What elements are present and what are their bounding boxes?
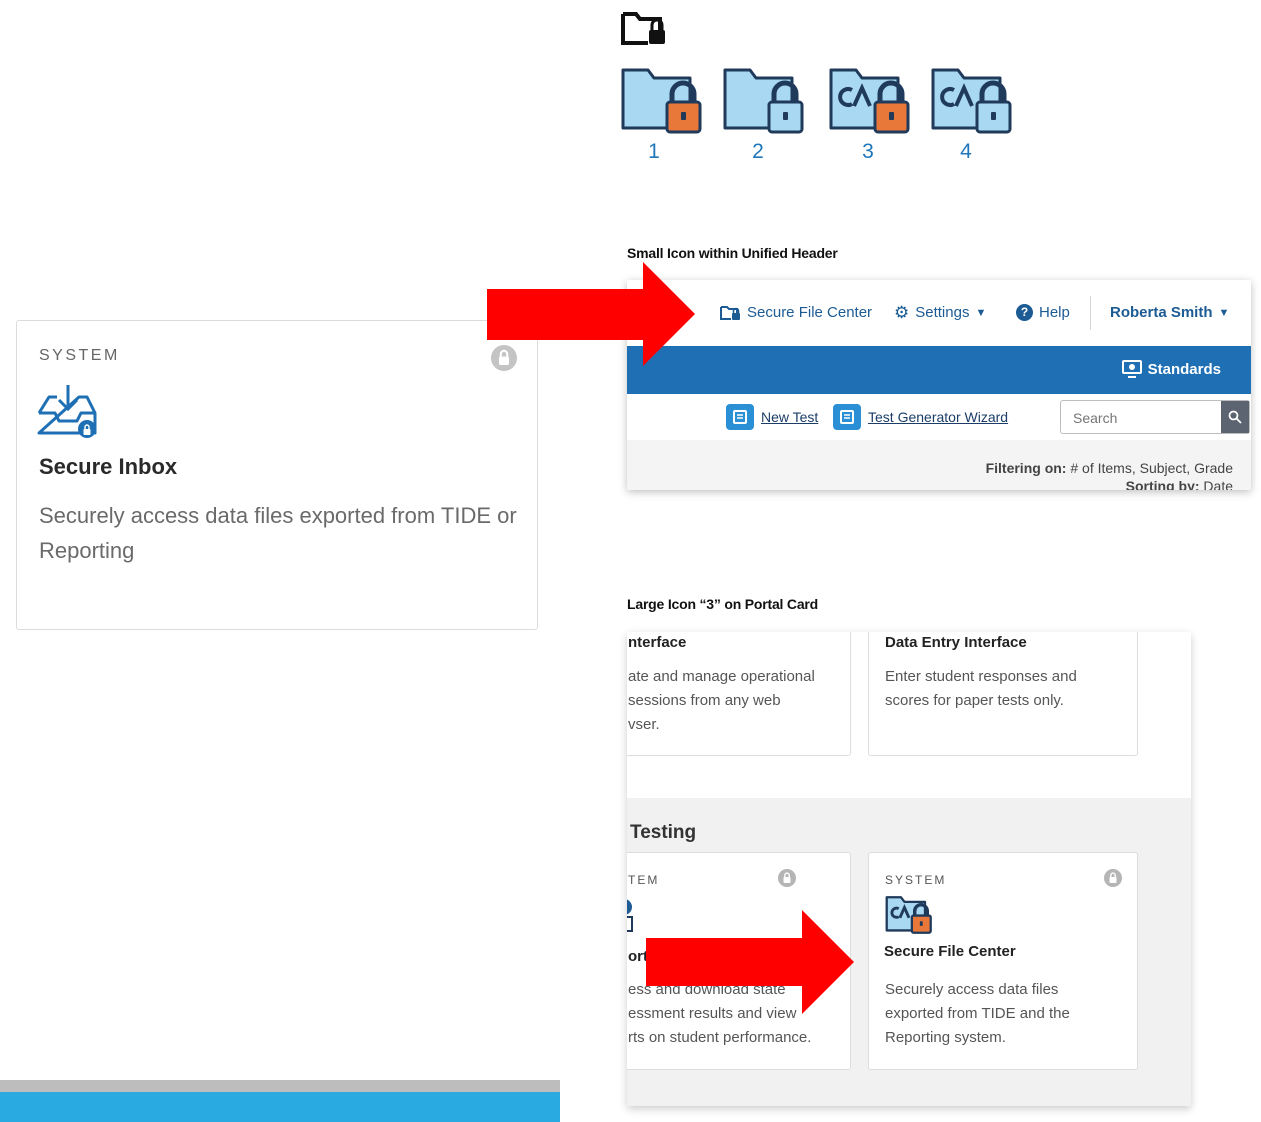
user-name: Roberta Smith xyxy=(1110,304,1213,321)
header-divider xyxy=(1090,296,1091,330)
chevron-down-icon: ▼ xyxy=(975,306,987,319)
icon-label-1: 1 xyxy=(648,140,660,163)
card-description-line: ate and manage operational xyxy=(628,668,815,685)
sorting-value: Date xyxy=(1199,478,1233,490)
search-icon xyxy=(1228,410,1242,424)
card-description-line: Securely access data files xyxy=(885,981,1059,998)
lock-circle-icon xyxy=(778,869,796,887)
card-title: ort xyxy=(628,948,648,965)
test-generator-icon xyxy=(833,404,861,430)
portal-card-data-entry[interactable]: Data Entry Interface Enter student respo… xyxy=(868,632,1138,756)
folder-lock-orange-icon xyxy=(621,68,702,134)
header-blue-band: Standards xyxy=(627,346,1251,394)
gear-icon: ⚙ xyxy=(894,303,910,322)
folder-lock-outline-icon xyxy=(621,12,665,45)
icon-label-2: 2 xyxy=(752,140,764,163)
report-icon xyxy=(627,899,633,932)
card-description: Securely access data files exported from… xyxy=(39,503,517,563)
card-description-line: rts on student performance. xyxy=(628,1029,812,1046)
red-arrow xyxy=(487,262,695,366)
secure-file-center-label: Secure File Center xyxy=(747,304,873,321)
standards-button[interactable]: Standards xyxy=(1121,360,1221,378)
icon-label-4: 4 xyxy=(960,140,972,163)
toolbar: New Test Test Generator Wizard xyxy=(627,394,1251,441)
settings-label: Settings xyxy=(915,304,970,321)
footer-grey-bar xyxy=(0,1080,560,1092)
new-test-icon xyxy=(726,404,754,430)
portal-card-secure-file-center[interactable]: SYSTEM Secure File Center Securely acces… xyxy=(868,852,1138,1070)
new-test-label: New Test xyxy=(761,409,819,425)
card-kicker: SYSTEM xyxy=(39,347,120,364)
filter-text: Filtering on: # of Items, Subject, Grade xyxy=(986,460,1233,476)
card-description-line: vser. xyxy=(628,716,660,733)
card-title: Secure Inbox xyxy=(39,454,178,479)
new-test-button[interactable]: New Test xyxy=(726,404,818,430)
search-box xyxy=(1060,400,1250,434)
portal-card-interface[interactable]: nterface ate and manage operational sess… xyxy=(627,632,851,756)
sorting-label: Sorting by: xyxy=(1125,478,1200,490)
icon-label-3: 3 xyxy=(862,140,874,163)
card-description-line: Enter student responses and xyxy=(885,668,1077,685)
card-description-line: Reporting system. xyxy=(885,1029,1006,1046)
sorting-text: Sorting by: Date xyxy=(1126,478,1233,490)
filtering-label: Filtering on: xyxy=(985,460,1067,476)
folder-lock-small-icon xyxy=(720,305,740,320)
card-kicker: SYSTEM xyxy=(885,873,947,887)
card-title: Data Entry Interface xyxy=(885,634,1027,651)
red-arrow xyxy=(646,910,854,1014)
portal-mock: nterface ate and manage operational sess… xyxy=(627,632,1191,1106)
help-label: Help xyxy=(1039,304,1070,321)
test-generator-wizard-button[interactable]: Test Generator Wizard xyxy=(833,404,1008,430)
testing-heading: Testing xyxy=(630,822,697,843)
secure-inbox-card[interactable]: SYSTEM Secure Inbox Securely access data… xyxy=(16,320,538,630)
folder-ca-lock-orange-icon xyxy=(829,68,910,134)
folder-lock-blue-icon xyxy=(723,68,804,134)
standards-label: Standards xyxy=(1147,360,1221,378)
section-label-small-icon: Small Icon within Unified Header xyxy=(627,245,838,261)
secure-file-center-link[interactable]: Secure File Center xyxy=(720,304,872,321)
folder-ca-lock-blue-icon xyxy=(931,68,1012,134)
help-circle-icon: ? xyxy=(1016,304,1033,321)
user-menu[interactable]: Roberta Smith ▼ xyxy=(1110,304,1229,321)
card-title: nterface xyxy=(628,634,687,651)
chevron-down-icon: ▼ xyxy=(1218,306,1230,319)
card-kicker: TEM xyxy=(628,873,660,887)
card-description-line: scores for paper tests only. xyxy=(885,692,1064,709)
footer-accent-bar xyxy=(0,1092,560,1122)
filter-bar: Filtering on: # of Items, Subject, Grade… xyxy=(627,440,1251,490)
unified-header-mock: Secure File Center ⚙ Settings ▼ ? Help R… xyxy=(627,280,1251,490)
monitor-icon xyxy=(1121,360,1142,378)
card-description-line: sessions from any web xyxy=(628,692,781,709)
settings-menu[interactable]: ⚙ Settings ▼ xyxy=(894,304,986,321)
search-button[interactable] xyxy=(1221,401,1249,433)
lock-circle-icon xyxy=(1104,869,1122,887)
card-description-line: exported from TIDE and the xyxy=(885,1005,1070,1022)
section-label-large-icon: Large Icon “3” on Portal Card xyxy=(627,596,819,612)
folder-ca-lock-orange-icon xyxy=(885,896,932,934)
filtering-value: # of Items, Subject, Grade xyxy=(1066,460,1233,476)
header-top-bar: Secure File Center ⚙ Settings ▼ ? Help R… xyxy=(627,280,1251,346)
search-input[interactable] xyxy=(1071,409,1215,427)
card-title: Secure File Center xyxy=(884,943,1016,960)
help-link[interactable]: ? Help xyxy=(1016,304,1070,321)
test-generator-wizard-label: Test Generator Wizard xyxy=(868,409,1009,425)
inbox-download-icon xyxy=(37,385,97,438)
